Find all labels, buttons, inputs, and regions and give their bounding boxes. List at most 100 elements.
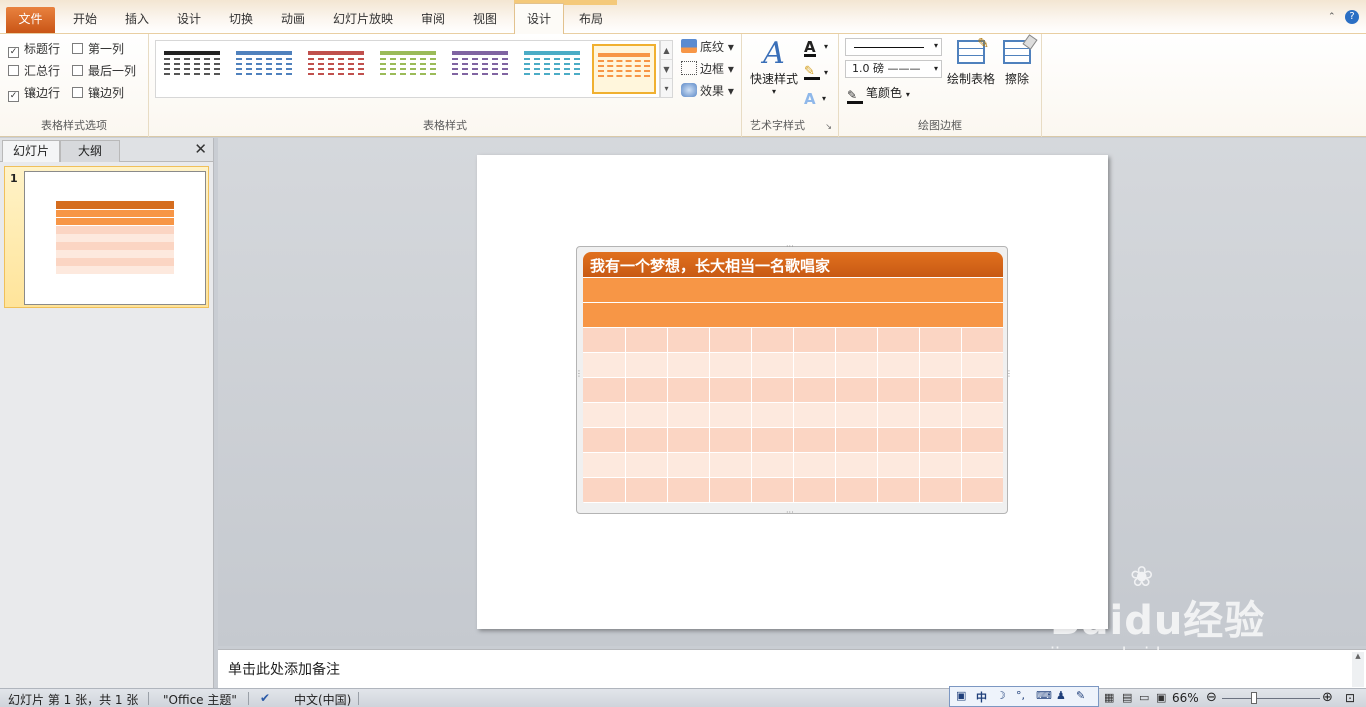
tab-slideshow[interactable]: 幻灯片放映 [325, 8, 401, 34]
checkbox-header-row[interactable]: ✓ 标题行 [8, 40, 60, 58]
tab-table-layout[interactable]: 布局 [566, 8, 616, 34]
text-fill-dropdown-icon[interactable]: ▾ [824, 42, 828, 51]
checkbox-icon[interactable] [72, 87, 83, 98]
gallery-more-icon[interactable]: ▾ [661, 79, 672, 98]
tab-home[interactable]: 开始 [62, 8, 108, 34]
table-frame[interactable]: ··· ··· ⋮ ⋮ 我有一个梦想，长大相当一名歌唱家 [575, 243, 1013, 517]
table-style-swatch[interactable] [592, 44, 656, 94]
pen-weight-dropdown[interactable]: 1.0 磅 ——— ▾ [845, 60, 942, 78]
zoom-slider-thumb[interactable] [1251, 692, 1257, 704]
shading-button[interactable]: 底纹 ▾ [681, 38, 734, 55]
resize-handle-right[interactable]: ⋮ [1005, 370, 1013, 378]
table-title-row[interactable]: 我有一个梦想，长大相当一名歌唱家 [583, 252, 1003, 278]
zoom-slider[interactable] [1222, 698, 1320, 699]
table-style-swatch[interactable] [448, 44, 512, 94]
text-effects-dropdown-icon[interactable]: ▾ [822, 94, 826, 103]
checkbox-last-column[interactable]: 最后一列 [72, 62, 136, 79]
notes-scrollbar[interactable]: ▲ [1352, 652, 1364, 687]
quick-styles-button[interactable]: A 快速样式 ▾ [750, 38, 798, 97]
table-row[interactable] [583, 453, 1003, 478]
table-style-swatch[interactable] [232, 44, 296, 94]
slide-thumbnail[interactable] [24, 171, 206, 305]
ime-logo-icon[interactable]: ▣ [956, 689, 966, 702]
checkbox-icon[interactable] [8, 65, 19, 76]
spell-check-icon[interactable]: ✔ [260, 691, 270, 705]
table-row[interactable] [583, 478, 1003, 503]
text-outline-dropdown-icon[interactable]: ▾ [824, 68, 828, 77]
slide-thumbnail-selected[interactable]: 1 [4, 166, 209, 308]
table-row[interactable] [583, 303, 1003, 328]
table-row[interactable] [583, 278, 1003, 303]
slideshow-view-icon[interactable]: ▣ [1156, 691, 1166, 704]
table-style-swatch[interactable] [160, 44, 224, 94]
punctuation-icon[interactable]: °, [1016, 689, 1025, 702]
eraser-button[interactable]: 擦除 [997, 34, 1038, 87]
checkbox-total-row[interactable]: 汇总行 [8, 62, 60, 79]
table-row[interactable] [583, 328, 1003, 353]
user-icon[interactable]: ♟ [1056, 689, 1066, 702]
table-style-swatch[interactable] [304, 44, 368, 94]
borders-button[interactable]: 边框 ▾ [681, 60, 734, 77]
gallery-up-icon[interactable]: ▲ [661, 41, 672, 60]
settings-icon[interactable]: ✎ [1076, 689, 1085, 702]
tab-view[interactable]: 视图 [462, 8, 508, 34]
table[interactable]: 我有一个梦想，长大相当一名歌唱家 [583, 252, 1003, 508]
resize-handle-left[interactable]: ⋮ [575, 370, 583, 378]
language[interactable]: 中文(中国) [294, 691, 351, 707]
table-row[interactable] [583, 353, 1003, 378]
tab-slides[interactable]: 幻灯片 [2, 140, 60, 162]
text-effects-icon[interactable]: A [804, 90, 816, 108]
checkbox-banded-columns[interactable]: 镶边列 [72, 84, 124, 101]
zoom-out-icon[interactable]: ⊖ [1206, 691, 1217, 704]
gallery-down-icon[interactable]: ▼ [661, 60, 672, 79]
table-title-text[interactable]: 我有一个梦想，长大相当一名歌唱家 [590, 255, 830, 276]
zoom-in-icon[interactable]: ⊕ [1322, 691, 1333, 704]
table-row[interactable] [583, 378, 1003, 403]
table-style-swatch[interactable] [376, 44, 440, 94]
theme-name[interactable]: "Office 主题" [163, 691, 237, 707]
effects-button[interactable]: 效果 ▾ [681, 82, 734, 99]
dialog-launcher-icon[interactable]: ↘ [825, 122, 832, 131]
checkbox-icon[interactable] [72, 65, 83, 76]
draw-table-button[interactable]: ✎ 绘制表格 [945, 36, 997, 87]
slide[interactable]: ··· ··· ⋮ ⋮ 我有一个梦想，长大相当一名歌唱家 [477, 155, 1108, 629]
text-outline-icon[interactable]: ✎ [804, 65, 820, 80]
ime-mode[interactable]: 中 [976, 689, 987, 705]
ime-toolbar[interactable]: ▣ 中 ☽ °, ⌨ ♟ ✎ [949, 686, 1099, 707]
text-fill-icon[interactable]: A [804, 40, 816, 57]
notes-placeholder[interactable]: 单击此处添加备注 [228, 659, 340, 679]
checkbox-icon[interactable] [72, 43, 83, 54]
reading-view-icon[interactable]: ▭ [1139, 691, 1149, 704]
pen-color-button[interactable]: ✎ 笔颜色 ▾ [847, 84, 910, 104]
sorter-view-icon[interactable]: ▤ [1122, 691, 1132, 704]
resize-handle-bottom[interactable]: ··· [786, 509, 794, 517]
close-icon[interactable]: ✕ [194, 140, 207, 158]
tab-design[interactable]: 设计 [166, 8, 212, 34]
tab-animations[interactable]: 动画 [270, 8, 316, 34]
minimize-ribbon-icon[interactable]: ⌃ [1328, 12, 1336, 22]
table-row[interactable] [583, 428, 1003, 453]
table-style-gallery[interactable] [155, 40, 660, 98]
tab-table-design[interactable]: 设计 [514, 3, 564, 34]
resize-handle-top[interactable]: ··· [786, 243, 794, 251]
fit-to-window-icon[interactable]: ⊡ [1345, 691, 1355, 705]
normal-view-icon[interactable]: ▦ [1104, 691, 1114, 704]
zoom-level[interactable]: 66% [1172, 691, 1199, 705]
keyboard-icon[interactable]: ⌨ [1036, 689, 1052, 702]
checkbox-icon[interactable]: ✓ [8, 47, 19, 58]
tab-insert[interactable]: 插入 [114, 8, 160, 34]
tab-transitions[interactable]: 切换 [218, 8, 264, 34]
tab-review[interactable]: 审阅 [410, 8, 456, 34]
checkbox-banded-rows[interactable]: ✓ 镶边行 [8, 84, 60, 102]
tab-outline[interactable]: 大纲 [60, 140, 120, 162]
checkbox-first-column[interactable]: 第一列 [72, 40, 124, 57]
table-row[interactable] [583, 403, 1003, 428]
pen-style-dropdown[interactable]: ▾ [845, 38, 942, 56]
checkbox-icon[interactable]: ✓ [8, 91, 19, 102]
tab-file[interactable]: 文件 [6, 7, 55, 33]
help-icon[interactable]: ? [1345, 10, 1359, 24]
half-width-icon[interactable]: ☽ [996, 689, 1006, 702]
draw-table-icon: ✎ [957, 36, 989, 64]
table-style-swatch[interactable] [520, 44, 584, 94]
gallery-scroll[interactable]: ▲ ▼ ▾ [660, 40, 673, 98]
